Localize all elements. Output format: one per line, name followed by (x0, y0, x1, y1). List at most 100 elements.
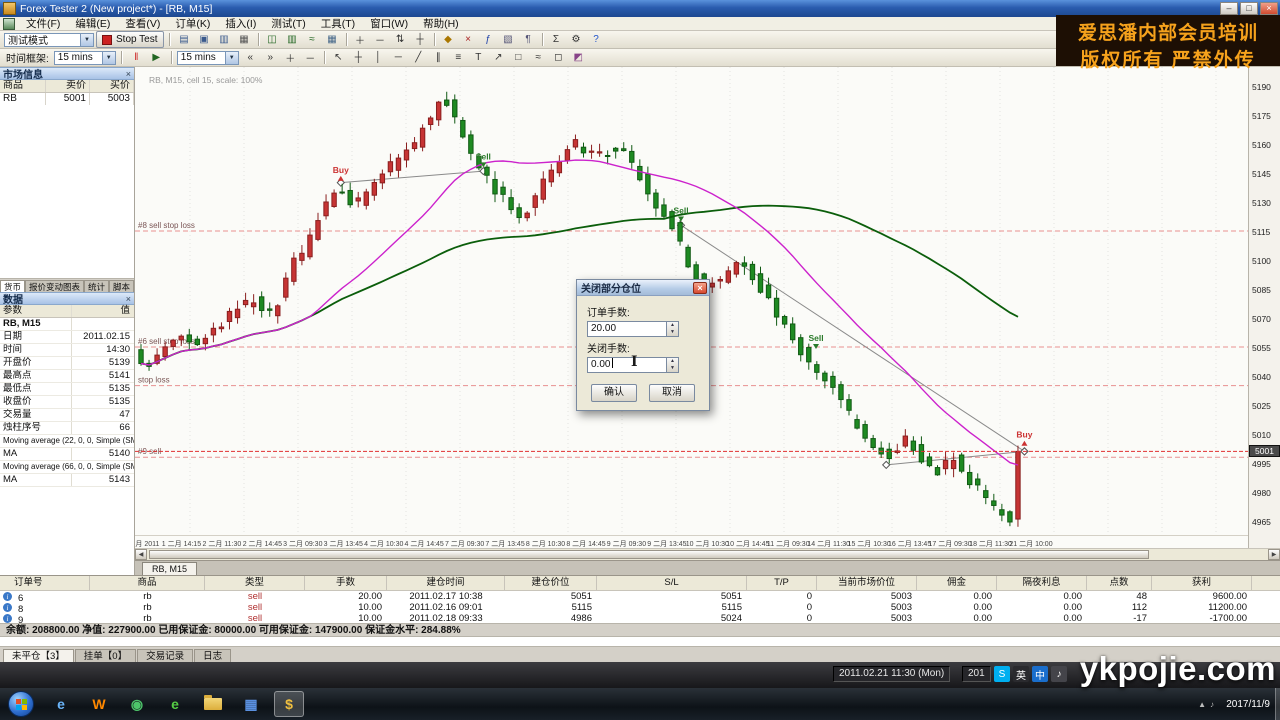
notes-icon[interactable]: ¶ (519, 31, 538, 48)
confirm-button[interactable]: 确认 (591, 384, 637, 402)
speed-down-icon[interactable]: － (301, 49, 320, 66)
price-axis[interactable]: 5001 51905175516051455130511551005085507… (1248, 67, 1280, 548)
column-header[interactable]: 类型 (205, 576, 305, 590)
trendline-icon[interactable]: ╱ (409, 49, 428, 66)
orders-tab[interactable]: 交易记录 (137, 649, 193, 663)
vertical-scale-icon[interactable]: ⇅ (391, 31, 410, 48)
menu-item[interactable]: 订单(K) (168, 16, 217, 31)
stop-test-button[interactable]: Stop Test (96, 31, 164, 48)
column-header[interactable]: 佣金 (917, 576, 997, 590)
crosshair-icon[interactable]: ┼ (411, 31, 430, 48)
scroll-left-icon[interactable]: ◀ (135, 549, 147, 560)
column-header[interactable]: 订单号 (0, 576, 90, 590)
line-chart-icon[interactable]: ≈ (303, 31, 322, 48)
export-data-icon[interactable]: ▥ (215, 31, 234, 48)
taskbar-clock[interactable]: 2017/11/9 (1226, 688, 1270, 720)
show-desktop-button[interactable] (1275, 688, 1280, 720)
crosshair-tool-icon[interactable]: ┼ (349, 49, 368, 66)
maximize-icon[interactable]: □ (1240, 2, 1258, 15)
cursor-icon[interactable]: ↖ (329, 49, 348, 66)
menu-item[interactable]: 工具(T) (314, 16, 362, 31)
orders-tab[interactable]: 未平仓【3】 (3, 649, 74, 663)
zoom-in-icon[interactable]: ＋ (351, 31, 370, 48)
column-header[interactable]: 点数 (1087, 576, 1152, 590)
test-mode-combo[interactable]: 测试模式 ▼ (4, 33, 94, 47)
close-position-icon[interactable]: × (459, 31, 478, 48)
channel-icon[interactable]: ∥ (429, 49, 448, 66)
grid-icon[interactable]: ▦ (323, 31, 342, 48)
menu-item[interactable]: 窗口(W) (363, 16, 415, 31)
menu-item[interactable]: 文件(F) (19, 16, 67, 31)
hline-icon[interactable]: ─ (389, 49, 408, 66)
candle-chart-icon[interactable]: ◫ (263, 31, 282, 48)
jump-end-icon[interactable]: » (261, 49, 280, 66)
column-header[interactable]: 手数 (305, 576, 387, 590)
palette-icon[interactable]: ◩ (569, 49, 588, 66)
speed-up-icon[interactable]: ＋ (281, 49, 300, 66)
indicators-icon[interactable]: ƒ (479, 31, 498, 48)
wps-icon[interactable]: W (84, 691, 114, 717)
bar-chart-icon[interactable]: ▥ (283, 31, 302, 48)
column-header[interactable]: 商品 (90, 576, 205, 590)
orders-tab[interactable]: 日志 (194, 649, 231, 663)
menu-item[interactable]: 测试(T) (264, 16, 312, 31)
dialog-titlebar[interactable]: 关闭部分仓位 × (577, 280, 709, 296)
tray-expand-icon[interactable]: ▲ (1198, 700, 1206, 709)
spinner-down-icon[interactable]: ▼ (667, 365, 678, 372)
volume-icon[interactable]: ♪ (1210, 700, 1214, 709)
pause-icon[interactable]: ‖ (127, 49, 146, 66)
notes-app-icon[interactable]: ▦ (236, 691, 266, 717)
fibonacci-icon[interactable]: ≡ (449, 49, 468, 66)
column-header[interactable]: 获利 (1152, 576, 1252, 590)
scroll-right-icon[interactable]: ▶ (1268, 549, 1280, 560)
spinner-up-icon[interactable]: ▲ (667, 358, 678, 365)
camera-icon[interactable]: ◉ (122, 691, 152, 717)
minimize-icon[interactable]: – (1220, 2, 1238, 15)
orders-tab[interactable]: 挂单【0】 (75, 649, 136, 663)
order-lots-input[interactable]: 20.00 (587, 321, 666, 337)
zoom-out-icon[interactable]: － (371, 31, 390, 48)
system-tray[interactable]: ▲ ♪ (1198, 688, 1214, 720)
step-forward-icon[interactable]: ▶ (147, 49, 166, 66)
close-icon[interactable]: × (693, 282, 707, 294)
column-header[interactable]: 建仓时间 (387, 576, 505, 590)
forex-tester-icon[interactable]: $ (274, 691, 304, 717)
eraser-icon[interactable]: ◻ (549, 49, 568, 66)
browser-360-icon[interactable]: e (160, 691, 190, 717)
skype-icon[interactable]: S (994, 666, 1010, 682)
save-project-icon[interactable]: ▣ (195, 31, 214, 48)
settings-icon[interactable]: ⚙ (567, 31, 586, 48)
ie-icon[interactable]: e (46, 691, 76, 717)
period-combo[interactable]: 15 mins ▼ (177, 51, 239, 65)
spinner-up-icon[interactable]: ▲ (667, 322, 678, 329)
vline-icon[interactable]: │ (369, 49, 388, 66)
column-header[interactable]: 当前市场价位 (817, 576, 917, 590)
close-icon[interactable]: × (126, 69, 131, 79)
new-order-icon[interactable]: ◆ (439, 31, 458, 48)
column-header[interactable]: 隔夜利息 (997, 576, 1087, 590)
templates-icon[interactable]: ▧ (499, 31, 518, 48)
timeframe-combo[interactable]: 15 mins ▼ (54, 51, 116, 65)
close-icon[interactable]: × (1260, 2, 1278, 15)
menu-item[interactable]: 帮助(H) (416, 16, 466, 31)
volume-icon[interactable]: ♪ (1051, 666, 1067, 682)
chart-tab-rb-m15[interactable]: RB, M15 (142, 562, 197, 576)
language-icon[interactable]: 英 (1013, 666, 1029, 682)
arrow-tool-icon[interactable]: ↗ (489, 49, 508, 66)
jump-start-icon[interactable]: « (241, 49, 260, 66)
zigzag-icon[interactable]: ≈ (529, 49, 548, 66)
column-header[interactable]: 建仓价位 (505, 576, 597, 590)
market-row[interactable]: RB50015003 (0, 93, 134, 105)
order-row[interactable]: i6rbsell20.002011.02.17 10:3850515051050… (0, 591, 1280, 602)
open-project-icon[interactable]: ▤ (175, 31, 194, 48)
column-header[interactable]: S/L (597, 576, 747, 590)
spinner-control[interactable]: ▲▼ (666, 321, 679, 337)
scrollbar-thumb[interactable] (149, 550, 1149, 559)
column-header[interactable]: T/P (747, 576, 817, 590)
close-icon[interactable]: × (126, 294, 131, 304)
statistics-icon[interactable]: Σ (547, 31, 566, 48)
print-icon[interactable]: ▦ (235, 31, 254, 48)
cancel-button[interactable]: 取消 (649, 384, 695, 402)
help-icon[interactable]: ? (587, 31, 606, 48)
text-tool-icon[interactable]: T (469, 49, 488, 66)
